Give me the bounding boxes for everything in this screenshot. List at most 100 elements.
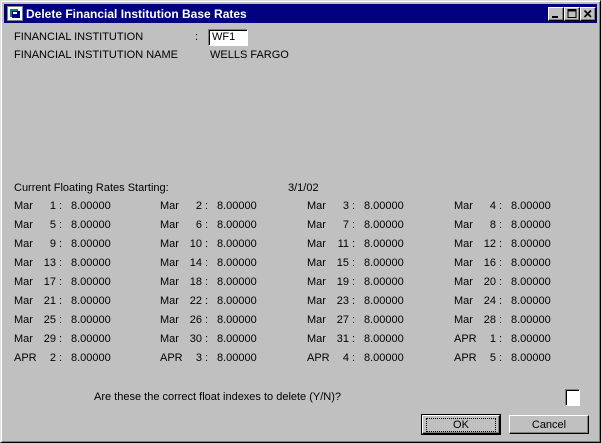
rate-value: 8.00000 bbox=[217, 352, 257, 364]
rate-entry: Mar 15:8.00000 bbox=[307, 257, 447, 276]
rate-month: APR bbox=[454, 352, 477, 364]
rate-month: Mar bbox=[14, 219, 33, 231]
rate-colon: : bbox=[205, 238, 209, 250]
rate-value: 8.00000 bbox=[364, 219, 404, 231]
rate-entry: Mar 14:8.00000 bbox=[160, 257, 300, 276]
rate-day: 25 bbox=[43, 314, 56, 326]
rate-day: 24 bbox=[483, 295, 496, 307]
rate-entry: Mar 31:8.00000 bbox=[307, 333, 447, 352]
rate-month: Mar bbox=[307, 200, 326, 212]
rate-month: APR bbox=[454, 333, 477, 345]
rate-entry: Mar 24:8.00000 bbox=[454, 295, 594, 314]
rate-colon: : bbox=[205, 333, 209, 345]
rate-day: 3 bbox=[342, 200, 349, 212]
rate-colon: : bbox=[499, 352, 503, 364]
rate-month: Mar bbox=[14, 314, 33, 326]
rate-day: 31 bbox=[336, 333, 349, 345]
rate-colon: : bbox=[499, 314, 503, 326]
rate-day: 18 bbox=[189, 276, 202, 288]
rate-entry: Mar 20:8.00000 bbox=[454, 276, 594, 295]
rate-entry: Mar 21:8.00000 bbox=[14, 295, 154, 314]
rate-day: 30 bbox=[189, 333, 202, 345]
rate-entry: Mar 5:8.00000 bbox=[14, 219, 154, 238]
maximize-button[interactable] bbox=[564, 7, 580, 21]
rate-value: 8.00000 bbox=[364, 352, 404, 364]
rate-colon: : bbox=[499, 333, 503, 345]
rate-day: 11 bbox=[337, 238, 349, 250]
rate-value: 8.00000 bbox=[364, 257, 404, 269]
rate-colon: : bbox=[352, 276, 356, 288]
rate-value: 8.00000 bbox=[71, 257, 111, 269]
confirm-answer-input[interactable] bbox=[565, 389, 580, 406]
rate-value: 8.00000 bbox=[364, 238, 404, 250]
rate-month: Mar bbox=[14, 238, 33, 250]
rate-colon: : bbox=[352, 219, 356, 231]
rate-colon: : bbox=[205, 276, 209, 288]
rate-colon: : bbox=[59, 352, 63, 364]
rate-entry: Mar 18:8.00000 bbox=[160, 276, 300, 295]
rate-value: 8.00000 bbox=[217, 295, 257, 307]
rate-value: 8.00000 bbox=[217, 219, 257, 231]
rate-day: 17 bbox=[43, 276, 56, 288]
rate-colon: : bbox=[59, 276, 63, 288]
rate-entry: Mar 7:8.00000 bbox=[307, 219, 447, 238]
confirm-question: Are these the correct float indexes to d… bbox=[94, 391, 342, 403]
institution-label: FINANCIAL INSTITUTION bbox=[14, 31, 144, 43]
rate-month: Mar bbox=[454, 257, 473, 269]
rate-day: 1 bbox=[489, 333, 496, 345]
rate-entry: Mar 13:8.00000 bbox=[14, 257, 154, 276]
rate-day: 28 bbox=[483, 314, 496, 326]
rate-month: Mar bbox=[454, 276, 473, 288]
rate-value: 8.00000 bbox=[71, 333, 111, 345]
rate-entry: Mar 11:8.00000 bbox=[307, 238, 447, 257]
rate-day: 22 bbox=[189, 295, 202, 307]
rate-value: 8.00000 bbox=[364, 333, 404, 345]
institution-input[interactable]: WF1 bbox=[208, 29, 248, 46]
rate-month: Mar bbox=[307, 333, 326, 345]
rate-month: Mar bbox=[14, 276, 33, 288]
rate-value: 8.00000 bbox=[511, 352, 551, 364]
rate-entry: Mar 30:8.00000 bbox=[160, 333, 300, 352]
rate-value: 8.00000 bbox=[217, 333, 257, 345]
rate-day: 4 bbox=[342, 352, 349, 364]
rate-month: Mar bbox=[307, 314, 326, 326]
rate-day: 2 bbox=[195, 200, 202, 212]
rate-value: 8.00000 bbox=[71, 200, 111, 212]
rate-month: Mar bbox=[160, 257, 179, 269]
rate-entry: Mar 4:8.00000 bbox=[454, 200, 594, 219]
rate-month: Mar bbox=[160, 314, 179, 326]
rate-colon: : bbox=[352, 352, 356, 364]
rate-value: 8.00000 bbox=[71, 238, 111, 250]
rate-colon: : bbox=[499, 219, 503, 231]
title-bar[interactable]: Delete Financial Institution Base Rates bbox=[4, 4, 597, 23]
rate-month: Mar bbox=[454, 295, 473, 307]
rate-colon: : bbox=[352, 257, 356, 269]
rate-month: Mar bbox=[14, 295, 33, 307]
cancel-button[interactable]: Cancel bbox=[509, 415, 589, 434]
rate-colon: : bbox=[352, 314, 356, 326]
rate-day: 20 bbox=[483, 276, 496, 288]
rates-start-date: 3/1/02 bbox=[288, 182, 319, 194]
rate-month: Mar bbox=[160, 219, 179, 231]
rate-value: 8.00000 bbox=[71, 295, 111, 307]
rate-day: 9 bbox=[49, 238, 56, 250]
close-button[interactable] bbox=[580, 7, 596, 21]
rate-month: Mar bbox=[454, 200, 473, 212]
rate-entry: Mar 8:8.00000 bbox=[454, 219, 594, 238]
app-icon[interactable] bbox=[7, 6, 23, 21]
rate-colon: : bbox=[59, 219, 63, 231]
rate-colon: : bbox=[59, 333, 63, 345]
rate-value: 8.00000 bbox=[511, 314, 551, 326]
rate-colon: : bbox=[499, 295, 503, 307]
minimize-button[interactable] bbox=[548, 7, 564, 21]
rate-month: Mar bbox=[307, 276, 326, 288]
rate-month: Mar bbox=[14, 200, 33, 212]
rate-colon: : bbox=[352, 295, 356, 307]
rate-colon: : bbox=[59, 314, 63, 326]
rate-colon: : bbox=[59, 257, 63, 269]
rate-day: 7 bbox=[342, 219, 349, 231]
rate-entry: Mar 19:8.00000 bbox=[307, 276, 447, 295]
rate-day: 8 bbox=[489, 219, 496, 231]
ok-button[interactable]: OK bbox=[421, 414, 501, 435]
rate-entry: Mar 12:8.00000 bbox=[454, 238, 594, 257]
